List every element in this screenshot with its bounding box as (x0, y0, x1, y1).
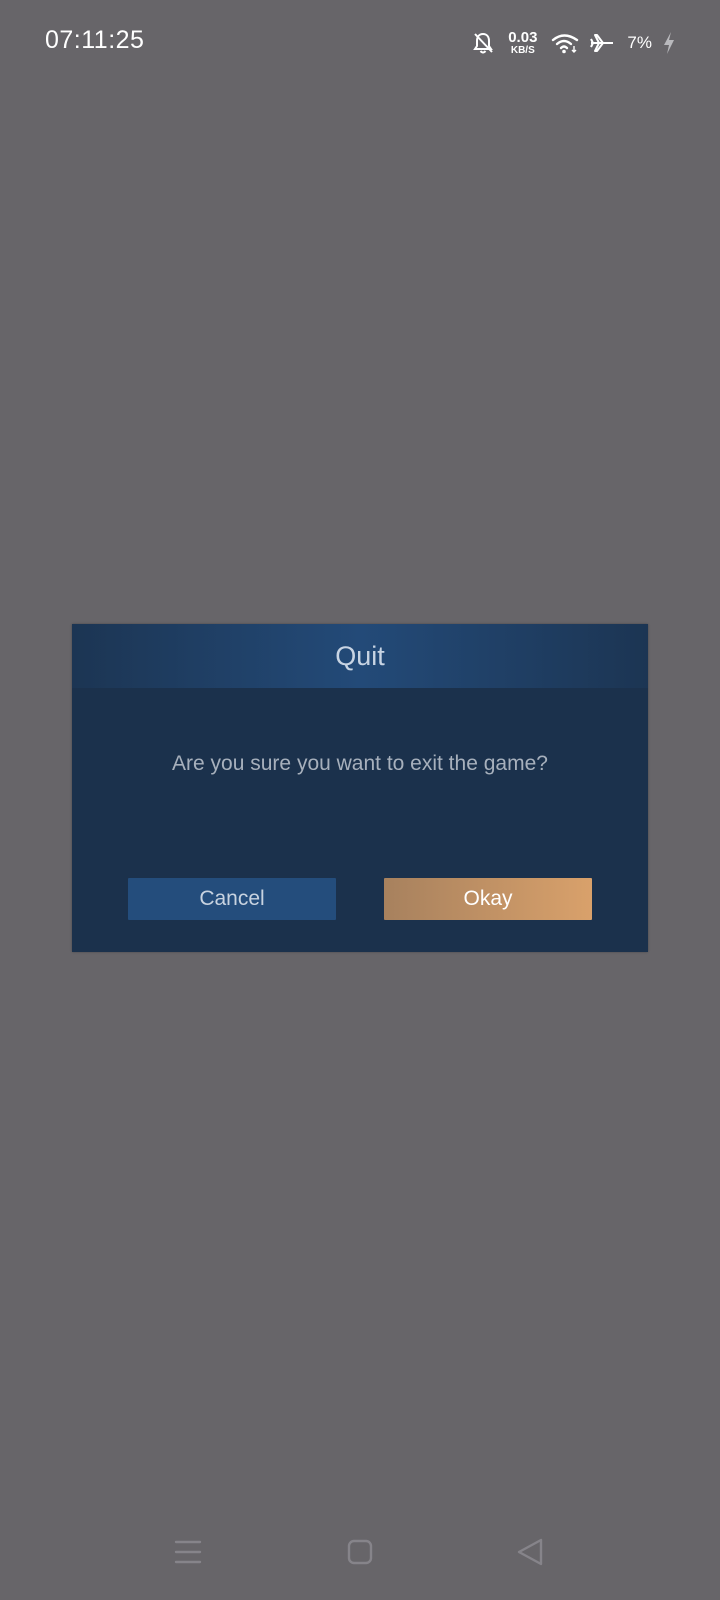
dialog-header: Quit (72, 624, 648, 688)
net-speed-value: 0.03 (508, 29, 538, 46)
net-speed-unit: KB/S (510, 45, 535, 56)
home-icon[interactable] (340, 1532, 380, 1572)
charging-bolt-icon (662, 31, 676, 55)
cancel-button[interactable]: Cancel (128, 878, 336, 920)
airplane-icon (589, 32, 615, 54)
battery-percent: 7% (627, 33, 652, 52)
wifi-icon (551, 32, 579, 54)
bell-muted-icon (472, 31, 494, 55)
dialog-title: Quit (335, 640, 385, 671)
status-time: 07:11:25 (45, 26, 145, 54)
menu-icon[interactable] (168, 1532, 208, 1572)
status-icons: 0.03 KB/S 7% (472, 26, 676, 60)
status-bar: 07:11:25 0.03 KB/S 7% (0, 0, 720, 88)
back-icon[interactable] (510, 1532, 550, 1572)
dialog-message: Are you sure you want to exit the game? (172, 752, 548, 775)
quit-dialog: Quit Are you sure you want to exit the g… (72, 624, 648, 952)
navigation-bar (0, 1490, 720, 1600)
net-speed: 0.03 KB/S (508, 30, 537, 56)
okay-button[interactable]: Okay (384, 878, 592, 920)
